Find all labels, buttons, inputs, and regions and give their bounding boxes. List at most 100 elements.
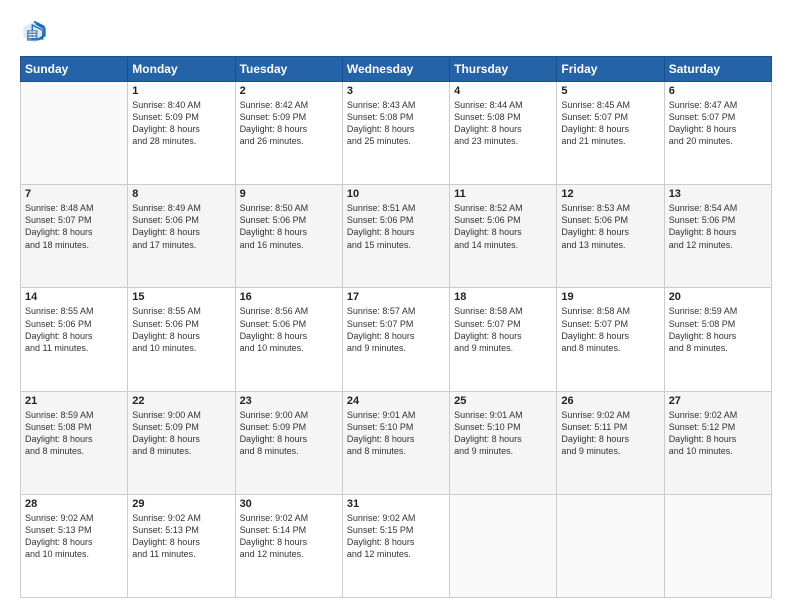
calendar-cell: 20 Sunrise: 8:59 AM Sunset: 5:08 PM Dayli… — [664, 288, 771, 391]
cell-info: Sunrise: 8:58 AM Sunset: 5:07 PM Dayligh… — [561, 305, 659, 354]
day-number: 30 — [240, 498, 338, 510]
day-number: 28 — [25, 498, 123, 510]
day-number: 18 — [454, 291, 552, 303]
calendar-week-row: 28 Sunrise: 9:02 AM Sunset: 5:13 PM Dayli… — [21, 494, 772, 597]
calendar-week-row: 14 Sunrise: 8:55 AM Sunset: 5:06 PM Dayli… — [21, 288, 772, 391]
calendar-cell: 13 Sunrise: 8:54 AM Sunset: 5:06 PM Dayli… — [664, 185, 771, 288]
calendar-cell: 3 Sunrise: 8:43 AM Sunset: 5:08 PM Daylig… — [342, 82, 449, 185]
day-number: 22 — [132, 395, 230, 407]
calendar-cell: 5 Sunrise: 8:45 AM Sunset: 5:07 PM Daylig… — [557, 82, 664, 185]
calendar-table: SundayMondayTuesdayWednesdayThursdayFrid… — [20, 56, 772, 598]
day-number: 4 — [454, 85, 552, 97]
day-number: 12 — [561, 188, 659, 200]
cell-info: Sunrise: 8:53 AM Sunset: 5:06 PM Dayligh… — [561, 202, 659, 251]
cell-info: Sunrise: 9:01 AM Sunset: 5:10 PM Dayligh… — [347, 409, 445, 458]
cell-info: Sunrise: 9:02 AM Sunset: 5:12 PM Dayligh… — [669, 409, 767, 458]
day-number: 1 — [132, 85, 230, 97]
calendar-cell: 15Sunrise: 8:55 AM Sunset: 5:06 PM Dayli… — [128, 288, 235, 391]
cell-info: Sunrise: 8:52 AM Sunset: 5:06 PM Dayligh… — [454, 202, 552, 251]
day-number: 2 — [240, 85, 338, 97]
calendar-header-thursday: Thursday — [450, 57, 557, 82]
cell-info: Sunrise: 8:42 AM Sunset: 5:09 PM Dayligh… — [240, 99, 338, 148]
calendar-cell: 7 Sunrise: 8:48 AM Sunset: 5:07 PM Daylig… — [21, 185, 128, 288]
cell-info: Sunrise: 8:59 AM Sunset: 5:08 PM Dayligh… — [669, 305, 767, 354]
calendar-week-row: 7 Sunrise: 8:48 AM Sunset: 5:07 PM Daylig… — [21, 185, 772, 288]
cell-info: Sunrise: 9:00 AM Sunset: 5:09 PM Dayligh… — [132, 409, 230, 458]
day-number: 31 — [347, 498, 445, 510]
calendar-cell: 8 Sunrise: 8:49 AM Sunset: 5:06 PM Daylig… — [128, 185, 235, 288]
calendar-cell: 28 Sunrise: 9:02 AM Sunset: 5:13 PM Dayli… — [21, 494, 128, 597]
calendar-cell: 11 Sunrise: 8:52 AM Sunset: 5:06 PM Dayli… — [450, 185, 557, 288]
cell-info: Sunrise: 8:50 AM Sunset: 5:06 PM Dayligh… — [240, 202, 338, 251]
cell-info: Sunrise: 8:55 AM Sunset: 5:06 PM Dayligh… — [25, 305, 123, 354]
header — [20, 18, 772, 46]
calendar-cell: 16Sunrise: 8:56 AM Sunset: 5:06 PM Dayli… — [235, 288, 342, 391]
calendar-cell: 31 Sunrise: 9:02 AM Sunset: 5:15 PM Dayli… — [342, 494, 449, 597]
calendar-cell: 19 Sunrise: 8:58 AM Sunset: 5:07 PM Dayli… — [557, 288, 664, 391]
logo — [20, 18, 52, 46]
day-number: 25 — [454, 395, 552, 407]
calendar-week-row: 1 Sunrise: 8:40 AM Sunset: 5:09 PM Daylig… — [21, 82, 772, 185]
cell-info: Sunrise: 8:40 AM Sunset: 5:09 PM Dayligh… — [132, 99, 230, 148]
day-number: 7 — [25, 188, 123, 200]
calendar-cell: 24 Sunrise: 9:01 AM Sunset: 5:10 PM Dayli… — [342, 391, 449, 494]
page: SundayMondayTuesdayWednesdayThursdayFrid… — [0, 0, 792, 612]
calendar-cell — [450, 494, 557, 597]
cell-info: Sunrise: 8:55 AM Sunset: 5:06 PM Dayligh… — [132, 305, 230, 354]
calendar-header-tuesday: Tuesday — [235, 57, 342, 82]
day-number: 14 — [25, 291, 123, 303]
calendar-header-wednesday: Wednesday — [342, 57, 449, 82]
cell-info: Sunrise: 8:59 AM Sunset: 5:08 PM Dayligh… — [25, 409, 123, 458]
calendar-cell: 23Sunrise: 9:00 AM Sunset: 5:09 PM Dayli… — [235, 391, 342, 494]
calendar-header-row: SundayMondayTuesdayWednesdayThursdayFrid… — [21, 57, 772, 82]
calendar-cell: 26 Sunrise: 9:02 AM Sunset: 5:11 PM Dayli… — [557, 391, 664, 494]
day-number: 13 — [669, 188, 767, 200]
day-number: 21 — [25, 395, 123, 407]
calendar-cell — [21, 82, 128, 185]
day-number: 6 — [669, 85, 767, 97]
calendar-cell: 12 Sunrise: 8:53 AM Sunset: 5:06 PM Dayli… — [557, 185, 664, 288]
calendar-cell — [664, 494, 771, 597]
day-number: 5 — [561, 85, 659, 97]
day-number: 20 — [669, 291, 767, 303]
calendar-header-monday: Monday — [128, 57, 235, 82]
cell-info: Sunrise: 8:57 AM Sunset: 5:07 PM Dayligh… — [347, 305, 445, 354]
cell-info: Sunrise: 8:54 AM Sunset: 5:06 PM Dayligh… — [669, 202, 767, 251]
day-number: 3 — [347, 85, 445, 97]
cell-info: Sunrise: 9:02 AM Sunset: 5:13 PM Dayligh… — [132, 512, 230, 561]
calendar-cell: 27 Sunrise: 9:02 AM Sunset: 5:12 PM Dayli… — [664, 391, 771, 494]
cell-info: Sunrise: 8:48 AM Sunset: 5:07 PM Dayligh… — [25, 202, 123, 251]
day-number: 10 — [347, 188, 445, 200]
calendar-cell: 21 Sunrise: 8:59 AM Sunset: 5:08 PM Dayli… — [21, 391, 128, 494]
calendar-cell: 2 Sunrise: 8:42 AM Sunset: 5:09 PM Daylig… — [235, 82, 342, 185]
day-number: 23 — [240, 395, 338, 407]
day-number: 27 — [669, 395, 767, 407]
calendar-cell: 1 Sunrise: 8:40 AM Sunset: 5:09 PM Daylig… — [128, 82, 235, 185]
cell-info: Sunrise: 9:02 AM Sunset: 5:13 PM Dayligh… — [25, 512, 123, 561]
cell-info: Sunrise: 8:43 AM Sunset: 5:08 PM Dayligh… — [347, 99, 445, 148]
cell-info: Sunrise: 8:47 AM Sunset: 5:07 PM Dayligh… — [669, 99, 767, 148]
day-number: 8 — [132, 188, 230, 200]
cell-info: Sunrise: 8:58 AM Sunset: 5:07 PM Dayligh… — [454, 305, 552, 354]
calendar-cell: 10 Sunrise: 8:51 AM Sunset: 5:06 PM Dayli… — [342, 185, 449, 288]
cell-info: Sunrise: 8:45 AM Sunset: 5:07 PM Dayligh… — [561, 99, 659, 148]
cell-info: Sunrise: 9:02 AM Sunset: 5:14 PM Dayligh… — [240, 512, 338, 561]
cell-info: Sunrise: 8:51 AM Sunset: 5:06 PM Dayligh… — [347, 202, 445, 251]
cell-info: Sunrise: 9:02 AM Sunset: 5:15 PM Dayligh… — [347, 512, 445, 561]
calendar-cell: 25Sunrise: 9:01 AM Sunset: 5:10 PM Dayli… — [450, 391, 557, 494]
calendar-cell: 18 Sunrise: 8:58 AM Sunset: 5:07 PM Dayli… — [450, 288, 557, 391]
calendar-cell: 9Sunrise: 8:50 AM Sunset: 5:06 PM Daylig… — [235, 185, 342, 288]
calendar-cell — [557, 494, 664, 597]
calendar-header-friday: Friday — [557, 57, 664, 82]
cell-info: Sunrise: 9:02 AM Sunset: 5:11 PM Dayligh… — [561, 409, 659, 458]
cell-info: Sunrise: 8:49 AM Sunset: 5:06 PM Dayligh… — [132, 202, 230, 251]
calendar-cell: 14 Sunrise: 8:55 AM Sunset: 5:06 PM Dayli… — [21, 288, 128, 391]
day-number: 24 — [347, 395, 445, 407]
cell-info: Sunrise: 8:44 AM Sunset: 5:08 PM Dayligh… — [454, 99, 552, 148]
calendar-cell: 6 Sunrise: 8:47 AM Sunset: 5:07 PM Daylig… — [664, 82, 771, 185]
calendar-cell: 4 Sunrise: 8:44 AM Sunset: 5:08 PM Daylig… — [450, 82, 557, 185]
day-number: 19 — [561, 291, 659, 303]
day-number: 11 — [454, 188, 552, 200]
calendar-header-sunday: Sunday — [21, 57, 128, 82]
day-number: 26 — [561, 395, 659, 407]
